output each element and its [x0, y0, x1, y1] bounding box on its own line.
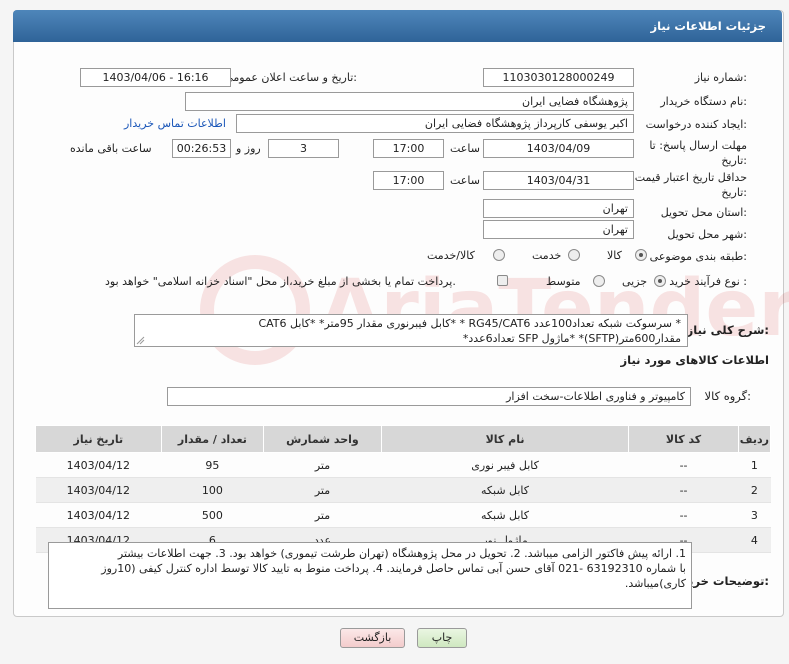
back-button[interactable]: بازگشت [340, 628, 405, 648]
cell-quantity: 95 [161, 452, 264, 478]
cell-item-name: کابل شبکه [381, 502, 629, 528]
panel-title: جزئیات اطلاعات نیاز [13, 10, 782, 42]
buyer-notes-line-1: 1. ارائه پیش فاکتور الزامی میباشد. 2. تح… [117, 547, 686, 560]
reply-time-label: ساعت [450, 142, 480, 155]
treasury-payment-checkbox[interactable] [497, 275, 508, 286]
cell-need-date: 1403/04/12 [35, 477, 162, 503]
cell-item-code: -- [628, 452, 739, 478]
cell-need-date: 1403/04/12 [35, 452, 162, 478]
cell-unit: متر [263, 477, 382, 503]
cell-need-date: 1403/04/12 [35, 502, 162, 528]
announce-datetime-label: تاریخ و ساعت اعلان عمومی: [224, 71, 357, 84]
announce-datetime-field: 1403/04/06 - 16:16 [80, 68, 231, 87]
category-radio-goods[interactable] [635, 249, 647, 261]
need-number-field: 1103030128000249 [483, 68, 634, 87]
category-option-goods: کالا [607, 249, 622, 262]
cell-unit: متر [263, 452, 382, 478]
cell-row-number: 4 [738, 527, 771, 553]
price-valid-time-label: ساعت [450, 174, 480, 187]
price-valid-label: حداقل تاریخ اعتبار قیمت: تا تاریخ: [621, 171, 747, 199]
description-label: شرح کلی نیاز: [686, 323, 769, 337]
remaining-label: ساعت باقی مانده [70, 142, 152, 155]
process-radio-minor[interactable] [654, 275, 666, 287]
header-item-code: کد کالا [628, 425, 739, 453]
cell-row-number: 3 [738, 502, 771, 528]
price-valid-date-field: 1403/04/31 [483, 171, 634, 190]
remaining-time-field: 00:26:53 [172, 139, 231, 158]
cell-item-name: کابل شبکه [381, 477, 629, 503]
table-row: 1 -- کابل فیبر نوری متر 95 1403/04/12 [35, 452, 771, 478]
description-line-2: مقدار600متر(SFTP)* *ماژول SFP تعداد6عدد* [462, 332, 681, 345]
cell-item-code: -- [628, 477, 739, 503]
process-option-minor: جزیی [622, 275, 648, 288]
buyer-notes-line-3: کاری)میباشد. [624, 577, 686, 590]
buyer-org-label: نام دستگاه خریدار: [660, 95, 747, 108]
resize-grip-icon[interactable] [136, 336, 145, 345]
reply-time-field: 17:00 [373, 139, 444, 158]
category-radio-service[interactable] [568, 249, 580, 261]
cell-quantity: 500 [161, 502, 264, 528]
cell-item-code: -- [628, 502, 739, 528]
cell-row-number: 1 [738, 452, 771, 478]
city-label: شهر محل تحویل: [667, 228, 747, 241]
reply-date-field: 1403/04/09 [483, 139, 634, 158]
cell-row-number: 2 [738, 477, 771, 503]
reply-deadline-label: مهلت ارسال پاسخ: تا تاریخ: [649, 139, 747, 167]
days-label: روز و [236, 142, 261, 155]
category-option-service: خدمت [532, 249, 562, 262]
days-count-field: 3 [268, 139, 339, 158]
table-row: 3 -- کابل شبکه متر 500 1403/04/12 [35, 502, 771, 528]
table-header-row: ردیف کد کالا نام کالا واحد شمارش تعداد /… [35, 425, 772, 453]
requester-field: اکبر یوسفی کارپرداز پژوهشگاه فضایی ایران [236, 114, 634, 133]
buyer-notes-line-2: با شماره 63192310 -021 آقای حسن آبی تماس… [101, 562, 686, 575]
header-need-date: تاریخ نیاز [35, 425, 162, 453]
cell-unit: متر [263, 502, 382, 528]
category-radio-goods-service[interactable] [493, 249, 505, 261]
header-row-number: ردیف [737, 425, 772, 453]
goods-group-label: گروه کالا: [704, 389, 751, 403]
price-valid-time-field: 17:00 [373, 171, 444, 190]
description-textarea: * سرسوکت شبکه تعداد100عدد RG45/CAT6 * *ک… [134, 314, 688, 347]
category-option-goods-service: کالا/خدمت [427, 249, 475, 262]
cell-item-name: کابل فیبر نوری [381, 452, 629, 478]
buyer-notes-box: 1. ارائه پیش فاکتور الزامی میباشد. 2. تح… [48, 542, 692, 609]
category-label: طبقه بندی موضوعی: [649, 250, 747, 263]
province-label: استان محل تحویل: [660, 206, 747, 219]
need-number-label: شماره نیاز: [694, 71, 747, 84]
buyer-contact-link[interactable]: اطلاعات تماس خریدار [124, 117, 226, 130]
province-field: تهران [483, 199, 634, 218]
buyer-org-field: پژوهشگاه فضایی ایران [185, 92, 634, 111]
header-unit: واحد شمارش [263, 425, 382, 453]
goods-section-title: اطلاعات کالاهای مورد نیاز [620, 353, 769, 367]
city-field: تهران [483, 220, 634, 239]
process-radio-medium[interactable] [593, 275, 605, 287]
items-table-wrapper: ردیف کد کالا نام کالا واحد شمارش تعداد /… [35, 425, 772, 553]
treasury-payment-note: پرداخت تمام یا بخشی از مبلغ خرید،از محل … [105, 275, 456, 288]
process-label: نوع فرآیند خرید : [669, 275, 747, 288]
goods-group-field: کامپیوتر و فناوری اطلاعات-سخت افزار [167, 387, 691, 406]
print-button[interactable]: چاپ [417, 628, 467, 648]
cell-quantity: 100 [161, 477, 264, 503]
requester-label: ایجاد کننده درخواست: [645, 118, 747, 131]
items-table: ردیف کد کالا نام کالا واحد شمارش تعداد /… [35, 425, 772, 553]
description-line-1: * سرسوکت شبکه تعداد100عدد RG45/CAT6 * *ک… [258, 317, 681, 330]
table-row: 2 -- کابل شبکه متر 100 1403/04/12 [35, 477, 771, 503]
header-item-name: نام کالا [380, 425, 630, 453]
process-option-medium: متوسط [546, 275, 581, 288]
header-quantity: تعداد / مقدار [160, 425, 265, 453]
